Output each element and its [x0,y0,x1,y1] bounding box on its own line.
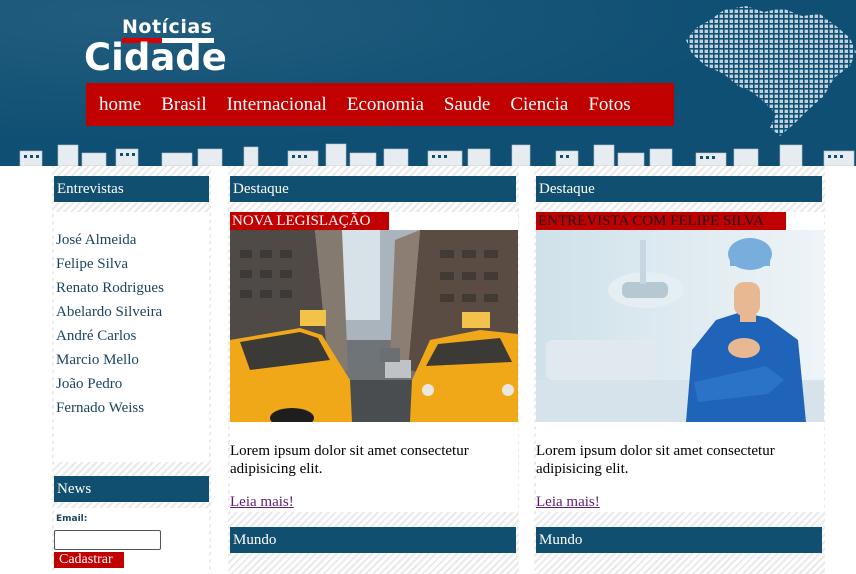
nav-economia[interactable]: Economia [347,94,424,116]
interview-link[interactable]: Fernado Weiss [54,396,209,420]
interview-link[interactable]: Marcio Mello [54,348,209,372]
interview-link[interactable]: Renato Rodrigues [54,276,209,300]
interview-link[interactable]: Abelardo Silveira [54,300,209,324]
nav-ciencia[interactable]: Ciencia [510,94,568,116]
nav-fotos[interactable]: Fotos [588,94,630,116]
main-nav: home Brasil Internacional Economia Saude… [86,83,674,126]
read-more-link[interactable]: Leia mais! [230,494,294,511]
article-tag: NOVA LEGISLAÇÃO [230,212,389,230]
nav-home[interactable]: home [99,94,141,116]
interview-link[interactable]: José Almeida [54,228,209,252]
highlight-heading: Destaque [230,176,516,202]
highlight-column-2: Destaque ENTREVISTA COM FELIPE SILVA Lor… [534,166,825,574]
world-heading: Mundo [230,527,516,553]
interview-link[interactable]: João Pedro [54,372,209,396]
brazil-map-graphic [686,6,856,136]
email-label: Email: [56,514,88,524]
article-tag: ENTREVISTA COM FELIPE SILVA [536,212,786,230]
interview-link[interactable]: André Carlos [54,324,209,348]
interviews-heading: Entrevistas [54,176,209,202]
city-skyline-graphic [19,143,855,166]
nav-saude[interactable]: Saude [444,94,490,116]
nav-brasil[interactable]: Brasil [161,94,206,116]
doctor-image[interactable] [536,230,824,422]
taxis-street-image[interactable] [230,230,518,422]
logo-main-text: Cidade [84,36,227,79]
world-heading: Mundo [536,527,822,553]
article-excerpt: Lorem ipsum dolor sit amet consectetur a… [536,443,775,477]
email-field[interactable] [54,530,161,550]
highlight-column-1: Destaque NOVA LEGISLAÇÃO Lorem ipsum dol… [228,166,519,574]
site-header: Notícias Cidade home Brasil Internaciona… [0,0,856,166]
signup-button[interactable]: Cadastrar [54,552,124,568]
logo-top-text: Notícias [122,16,213,38]
nav-internacional[interactable]: Internacional [227,94,327,116]
news-heading: News [54,476,209,502]
sidebar: Entrevistas José Almeida Felipe Silva Re… [52,166,211,574]
highlight-heading: Destaque [536,176,822,202]
site-logo[interactable]: Notícias Cidade [84,14,254,79]
article-excerpt: Lorem ipsum dolor sit amet consectetur a… [230,443,469,477]
interviews-panel: José Almeida Felipe Silva Renato Rodrigu… [54,212,209,462]
interview-link[interactable]: Felipe Silva [54,252,209,276]
read-more-link[interactable]: Leia mais! [536,494,600,511]
